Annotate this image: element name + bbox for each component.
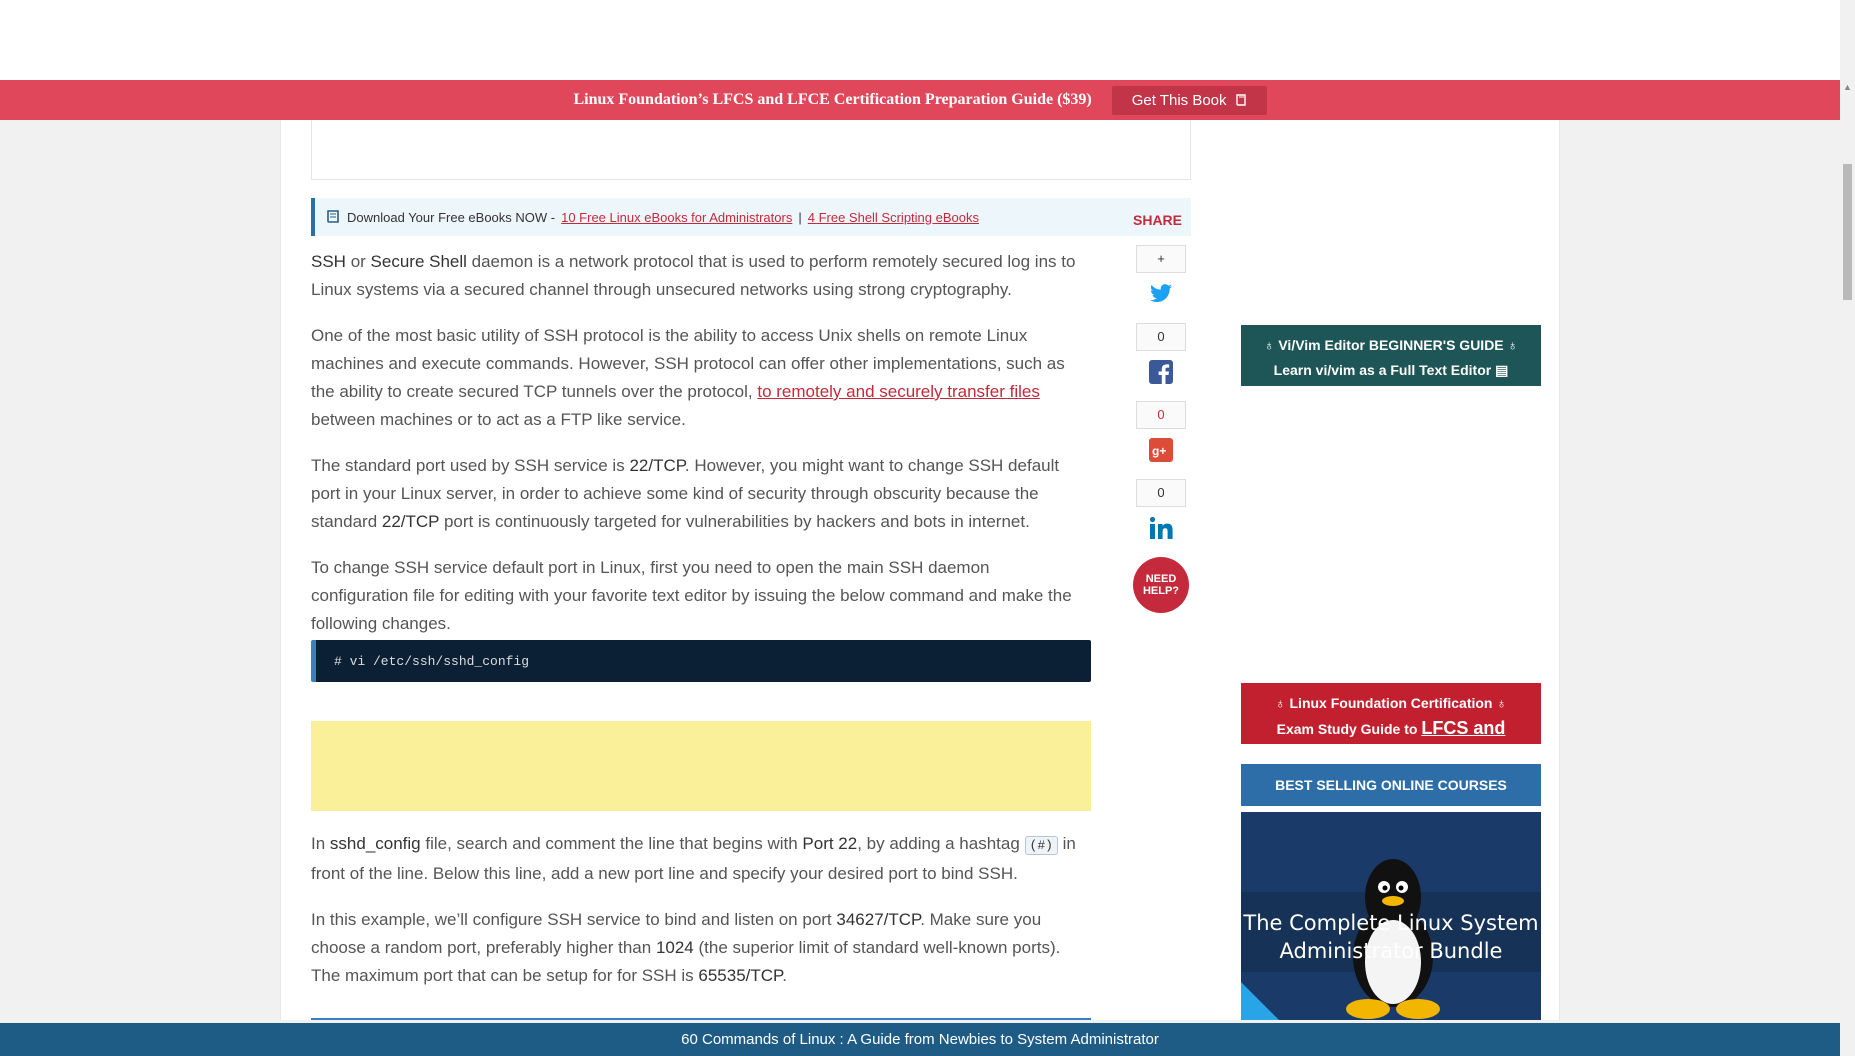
vim-guide-title: ♁ Vi/Vim Editor BEGINNER'S GUIDE ♁: [1251, 333, 1531, 358]
term-port: 65535/TCP: [698, 966, 783, 985]
paragraph: In sshd_config file, search and comment …: [311, 830, 1091, 888]
lfcs-line2: Exam Study Guide to: [1276, 721, 1418, 737]
ad-placeholder-yellow: [311, 721, 1091, 811]
term-port: 22/TCP: [381, 512, 440, 531]
linux-icon: ♁: [1275, 695, 1290, 711]
code-block: # vi /etc/ssh/sshd_config: [311, 640, 1091, 682]
paragraph: SSH or Secure Shell daemon is a network …: [311, 248, 1091, 304]
linux-icon: ♁: [1492, 695, 1507, 711]
article-body: SSH or Secure Shell daemon is a network …: [311, 248, 1091, 656]
code-text: # vi /etc/ssh/sshd_config: [334, 653, 530, 669]
ad-placeholder-top: [311, 120, 1191, 180]
get-book-button[interactable]: Get This Book: [1111, 85, 1267, 115]
page-container: Download Your Free eBooks NOW - 10 Free …: [280, 120, 1560, 1020]
bottom-promo-text: 60 Commands of Linux : A Guide from Newb…: [681, 1031, 1159, 1048]
book-icon: [327, 210, 339, 223]
ebooks-bar: Download Your Free eBooks NOW - 10 Free …: [311, 198, 1191, 236]
scrollbar-thumb[interactable]: [1843, 164, 1852, 300]
facebook-icon[interactable]: [1146, 357, 1176, 387]
get-book-label: Get This Book: [1131, 91, 1227, 109]
vim-line2: Learn vi/vim as a Full Text Editor: [1273, 362, 1492, 378]
share-label: SHARE: [1133, 212, 1183, 228]
google-plus-icon[interactable]: g+: [1146, 435, 1176, 465]
ebooks-lead: Download Your Free eBooks NOW -: [347, 209, 556, 225]
paragraph: To change SSH service default port in Li…: [311, 558, 1072, 633]
linux-icon: ♁: [1503, 337, 1519, 353]
term-number: 1024: [655, 938, 694, 957]
lfcs-line1: Linux Foundation Certification: [1289, 695, 1493, 711]
term-port: 34627/TCP: [836, 910, 921, 929]
ebooks-link-shell[interactable]: 4 Free Shell Scripting eBooks: [808, 210, 979, 225]
lfcs-subtitle: Exam Study Guide to LFCS and LFCE: [1251, 716, 1531, 768]
term-port: Port 22: [802, 834, 858, 853]
lfcs-banner[interactable]: ♁ Linux Foundation Certification ♁ Exam …: [1241, 683, 1541, 764]
bottom-promo-bar[interactable]: 60 Commands of Linux : A Guide from Newb…: [0, 1023, 1840, 1056]
book-icon: [1235, 94, 1246, 106]
paragraph: In this example, we’ll configure SSH ser…: [311, 906, 1091, 990]
vim-guide-subtitle: Learn vi/vim as a Full Text Editor ▤: [1251, 358, 1531, 383]
bundle-corner-shape: [1241, 982, 1286, 1020]
share-column: + 0 0 g+ 0 NEED HELP?: [1131, 245, 1191, 613]
text: .: [782, 966, 787, 985]
ebooks-link-linux[interactable]: 10 Free Linux eBooks for Administrators: [561, 210, 792, 225]
text: In this example, we’ll configure SSH ser…: [311, 910, 837, 929]
googleplus-count: 0: [1136, 401, 1186, 429]
linkedin-count: 0: [1136, 479, 1186, 507]
paragraph: One of the most basic utility of SSH pro…: [311, 322, 1091, 434]
text: or: [345, 252, 371, 271]
text: file, search and comment the line that b…: [420, 834, 803, 853]
vim-guide-banner[interactable]: ♁ Vi/Vim Editor BEGINNER'S GUIDE ♁ Learn…: [1241, 325, 1541, 386]
best-selling-label: BEST SELLING ONLINE COURSES: [1275, 776, 1507, 793]
linkedin-icon[interactable]: [1146, 513, 1176, 543]
term-secure-shell: Secure Shell: [370, 252, 467, 271]
article-body-continued: In sshd_config file, search and comment …: [311, 830, 1091, 1008]
text: In: [311, 834, 330, 853]
code-block: [311, 1018, 1091, 1020]
ebooks-separator: |: [798, 209, 802, 225]
svg-text:g+: g+: [1152, 444, 1166, 458]
term-port: 22/TCP: [629, 456, 685, 475]
bundle-title: The Complete Linux System Administrator …: [1243, 911, 1539, 963]
twitter-icon[interactable]: [1146, 279, 1176, 309]
term-ssh: SSH: [311, 252, 346, 271]
term-config: sshd_config: [329, 834, 421, 853]
need-help-button[interactable]: NEED HELP?: [1133, 557, 1189, 613]
vim-line1: Vi/Vim Editor BEGINNER'S GUIDE: [1278, 337, 1504, 353]
text: , by adding a hashtag: [857, 834, 1025, 853]
promo-banner: Linux Foundation’s LFCS and LFCE Certifi…: [0, 80, 1840, 120]
paragraph: The standard port used by SSH service is…: [311, 452, 1091, 536]
text: The standard port used by SSH service is: [311, 456, 630, 475]
text: between machines or to act as a FTP like…: [311, 410, 686, 429]
facebook-count: 0: [1136, 323, 1186, 351]
need-help-label: NEED HELP?: [1142, 573, 1180, 597]
scroll-up-arrow-icon[interactable]: ▲: [1843, 82, 1852, 92]
lfcs-title: ♁ Linux Foundation Certification ♁: [1251, 691, 1531, 716]
linux-bundle-ad[interactable]: The Complete Linux System Administrator …: [1241, 812, 1541, 1020]
text: port is continuously targeted for vulner…: [439, 512, 1030, 531]
document-icon: ▤: [1495, 362, 1509, 378]
transfer-files-link[interactable]: to remotely and securely transfer files: [757, 382, 1040, 401]
promo-text: Linux Foundation’s LFCS and LFCE Certifi…: [573, 91, 1092, 108]
share-plus-count[interactable]: +: [1136, 245, 1186, 273]
linux-icon: ♁: [1263, 337, 1279, 353]
top-blank-area: [0, 0, 1840, 80]
scrollbar[interactable]: ▲: [1840, 80, 1855, 1056]
best-selling-header: BEST SELLING ONLINE COURSES: [1241, 764, 1541, 806]
inline-code: (#): [1024, 836, 1058, 855]
